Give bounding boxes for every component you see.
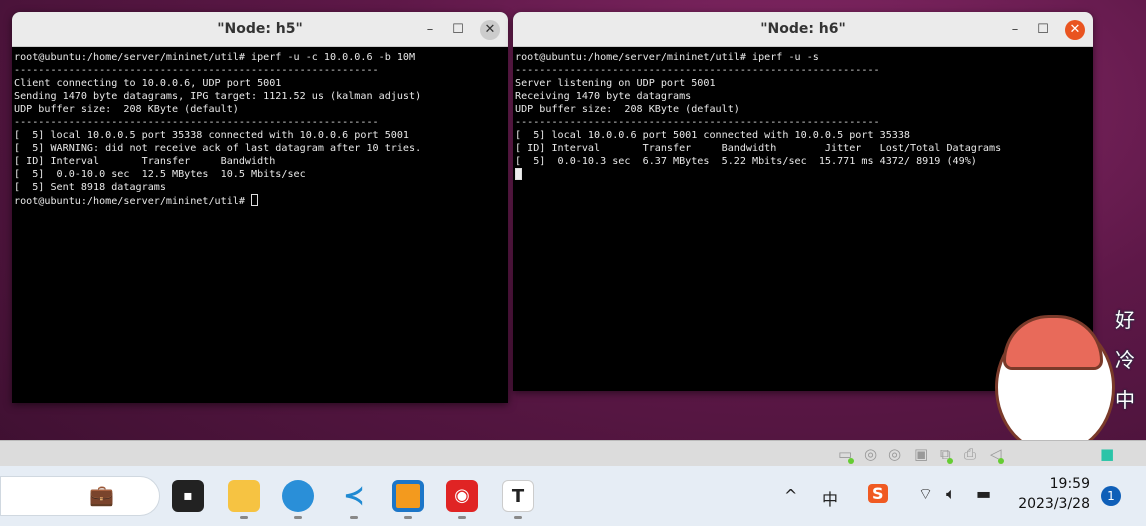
task-view-button[interactable]: ▪ — [172, 480, 204, 512]
ime-indicator[interactable]: 中 — [822, 486, 838, 510]
note-icon[interactable]: ■ — [1100, 445, 1114, 463]
terminal-line: root@ubuntu:/home/server/mininet/util# i… — [14, 52, 416, 63]
briefcase-icon: 💼 — [89, 483, 114, 507]
typora-icon[interactable]: T — [502, 480, 534, 512]
terminal-line: [ 5] WARNING: did not receive ack of las… — [14, 143, 422, 154]
prompt: root@ubuntu:/home/server/mininet/util# — [14, 196, 252, 207]
sticker-text: 好冷中 — [1115, 308, 1135, 412]
title-bar[interactable]: "Node: h6" – ☐ ✕ — [513, 12, 1093, 47]
date: 2023/3/28 — [1018, 496, 1090, 512]
terminal-line: [ 5] 0.0-10.0 sec 12.5 MBytes 10.5 Mbits… — [14, 169, 306, 180]
minimize-button[interactable]: – — [1005, 20, 1025, 40]
time: 19:59 — [1049, 476, 1090, 492]
virtualbox-status-bar: ▭ ◎ ◎ ▣ ⧉ ⎙ ◁ ■ — [0, 440, 1146, 466]
close-button[interactable]: ✕ — [480, 20, 500, 40]
title-bar[interactable]: "Node: h5" – ☐ ✕ — [12, 12, 508, 47]
terminal-line: [ ID] Interval Transfer Bandwidth Jitter… — [515, 143, 1002, 154]
terminal-line: [ ID] Interval Transfer Bandwidth — [14, 156, 276, 167]
vscode-icon[interactable]: ≺ — [338, 480, 370, 512]
terminal-line: ----------------------------------------… — [515, 65, 880, 76]
terminal-line: [ 5] 0.0-10.3 sec 6.37 MBytes 5.22 Mbits… — [515, 156, 977, 167]
maximize-button[interactable]: ☐ — [448, 20, 468, 40]
terminal-line: UDP buffer size: 208 KByte (default) — [515, 104, 740, 115]
virtualbox-icon[interactable] — [392, 480, 424, 512]
floppy-icon[interactable]: ▣ — [914, 445, 928, 463]
terminal-output[interactable]: root@ubuntu:/home/server/mininet/util# i… — [513, 47, 1093, 186]
maximize-button[interactable]: ☐ — [1033, 20, 1053, 40]
terminal-line: ----------------------------------------… — [14, 65, 379, 76]
cursor — [251, 194, 259, 206]
terminal-line: ----------------------------------------… — [515, 117, 880, 128]
notification-badge[interactable]: 1 — [1101, 486, 1121, 506]
optical-drive-icon[interactable]: ◎ — [864, 445, 877, 463]
hard-disk-icon[interactable]: ▭ — [838, 445, 855, 464]
sticker-image: 好冷中 — [985, 290, 1145, 465]
sogou-icon[interactable]: S — [868, 484, 888, 503]
taskbar: 💼 ▪ ≺ ◉ T ^ 中 S ⌔ 🔈︎ ▬ 19:59 2023/3/28 1 — [0, 466, 1146, 526]
file-explorer-icon[interactable] — [228, 480, 260, 512]
close-button[interactable]: ✕ — [1065, 20, 1085, 40]
terminal-output[interactable]: root@ubuntu:/home/server/mininet/util# i… — [12, 47, 508, 212]
audio-icon[interactable]: ◁ — [990, 445, 1004, 464]
search-box[interactable]: 💼 — [0, 476, 160, 516]
terminal-line: UDP buffer size: 208 KByte (default) — [14, 104, 239, 115]
terminal-line: Receiving 1470 byte datagrams — [515, 91, 692, 102]
terminal-line: [ 5] local 10.0.0.5 port 35338 connected… — [14, 130, 410, 141]
terminal-line: Server listening on UDP port 5001 — [515, 78, 716, 89]
terminal-line: ----------------------------------------… — [14, 117, 379, 128]
volume-icon[interactable]: 🔈︎ — [946, 484, 956, 504]
netease-music-icon[interactable]: ◉ — [446, 480, 478, 512]
clock[interactable]: 19:59 2023/3/28 — [1010, 474, 1090, 514]
terminal-prompt-line — [515, 168, 1091, 182]
edge-icon[interactable] — [282, 480, 314, 512]
battery-icon[interactable]: ▬ — [976, 484, 991, 503]
sticker-hat — [1003, 315, 1103, 370]
terminal-line: Client connecting to 10.0.0.6, UDP port … — [14, 78, 282, 89]
cursor — [515, 168, 522, 180]
minimize-button[interactable]: – — [420, 20, 440, 40]
chevron-up-icon[interactable]: ^ — [784, 486, 797, 505]
printer-icon[interactable]: ⎙ — [964, 445, 976, 463]
wifi-icon[interactable]: ⌔ — [918, 484, 933, 504]
terminal-line: [ 5] local 10.0.0.6 port 5001 connected … — [515, 130, 911, 141]
terminal-line: Sending 1470 byte datagrams, IPG target:… — [14, 91, 422, 102]
terminal-line: [ 5] Sent 8918 datagrams — [14, 182, 166, 193]
terminal-prompt-line: root@ubuntu:/home/server/mininet/util# — [14, 194, 506, 208]
terminal-window-h5[interactable]: "Node: h5" – ☐ ✕ root@ubuntu:/home/serve… — [12, 12, 508, 403]
network-icon[interactable]: ⧉ — [940, 445, 953, 464]
terminal-line: root@ubuntu:/home/server/mininet/util# i… — [515, 52, 819, 63]
optical-drive-icon[interactable]: ◎ — [888, 445, 901, 463]
